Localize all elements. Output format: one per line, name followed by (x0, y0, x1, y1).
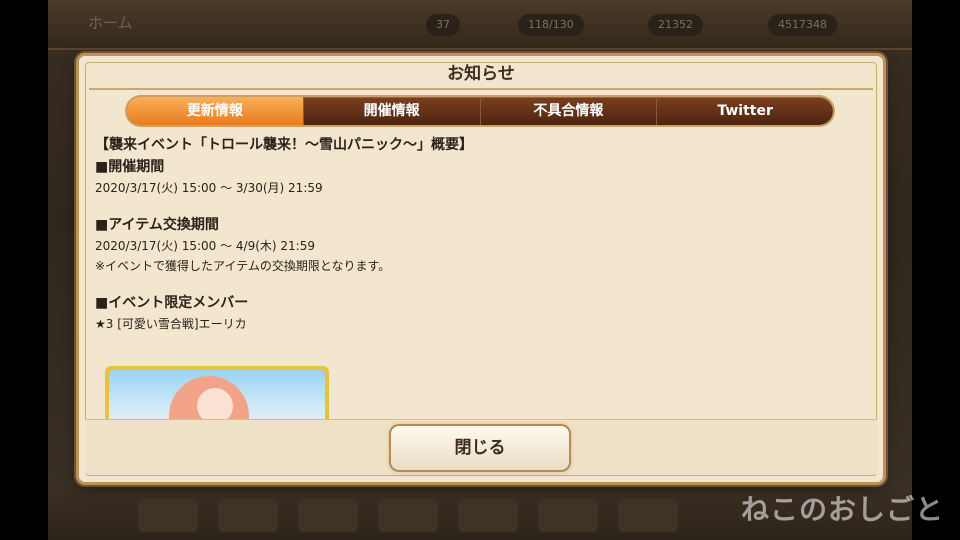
notice-dialog: お知らせ 更新情報 開催情報 不具合情報 Twitter 【襲来イベント「トロー… (79, 56, 883, 482)
section-heading: ■イベント限定メンバー (95, 295, 249, 311)
event-period: 2020/3/17(火) 15:00 ～ 3/30(月) 21:59 (95, 181, 323, 195)
character-thumbnail (105, 366, 329, 419)
character-art (109, 370, 325, 419)
title-divider (89, 88, 873, 90)
limited-member: ★3 [可愛い雪合戦]エーリカ (95, 317, 247, 331)
stamina-counter: 118/130 (518, 14, 584, 36)
notice-content[interactable]: 【襲来イベント「トロール襲来！～雪山パニック～」概要】 ■開催期間 2020/3… (95, 134, 867, 419)
dialog-title: お知らせ (447, 64, 515, 84)
nav-slot (298, 498, 358, 532)
nav-slot (218, 498, 278, 532)
watermark: ねこのおしごと (740, 493, 944, 526)
top-bar: ホーム 37 118/130 21352 4517348 (48, 0, 912, 50)
nav-slot (458, 498, 518, 532)
nav-slot (138, 498, 198, 532)
rank-counter: 37 (426, 14, 460, 36)
exchange-note: ※イベントで獲得したアイテムの交換期限となります。 (95, 259, 391, 273)
section-heading: ■アイテム交換期間 (95, 217, 219, 233)
tab-bugs[interactable]: 不具合情報 (479, 97, 657, 125)
character-face (197, 388, 233, 419)
gem-counter: 21352 (648, 14, 703, 36)
nav-slot (378, 498, 438, 532)
nav-slot (538, 498, 598, 532)
close-button[interactable]: 閉じる (391, 426, 569, 470)
exchange-period: 2020/3/17(火) 15:00 ～ 4/9(木) 21:59 (95, 239, 315, 253)
section-heading: ■開催期間 (95, 159, 165, 175)
nav-slot (618, 498, 678, 532)
tab-updates[interactable]: 更新情報 (127, 97, 303, 125)
tab-twitter[interactable]: Twitter (656, 97, 833, 125)
home-label: ホーム (88, 14, 133, 32)
notice-title: 【襲来イベント「トロール襲来！～雪山パニック～」概要】 (95, 137, 473, 153)
notice-tabs: 更新情報 開催情報 不具合情報 Twitter (127, 97, 833, 125)
tab-events[interactable]: 開催情報 (302, 97, 480, 125)
gold-counter: 4517348 (768, 14, 837, 36)
